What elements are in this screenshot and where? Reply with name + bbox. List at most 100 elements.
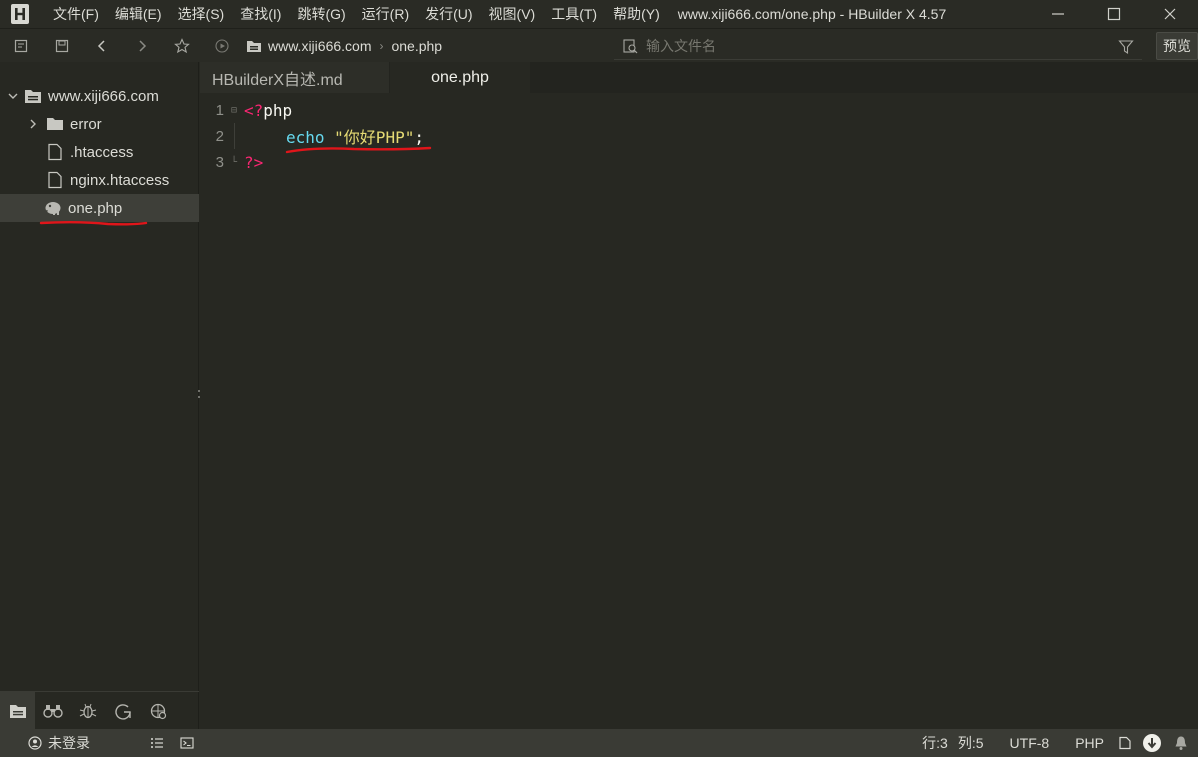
menu-view[interactable]: 视图(V): [481, 4, 544, 24]
folder-icon: [46, 115, 64, 133]
close-button[interactable]: [1142, 0, 1198, 28]
chevron-down-icon: [6, 89, 20, 103]
maximize-button[interactable]: [1086, 0, 1142, 28]
editor-tab-bar: HBuilderX自述.md one.php: [200, 62, 1198, 93]
code-line-1: 1 ⊟ <?php: [200, 97, 1198, 123]
new-file-button[interactable]: [0, 29, 42, 63]
code-line-3: 3 └ ?>: [200, 149, 1198, 175]
tree-project-root[interactable]: www.xiji666.com: [0, 82, 199, 110]
save-button[interactable]: [42, 29, 82, 63]
run-button[interactable]: [202, 29, 242, 63]
download-update-icon[interactable]: [1142, 733, 1162, 753]
toolbar: www.xiji666.com › one.php 预览: [0, 28, 1198, 62]
fold-toggle-icon[interactable]: ⊟: [228, 97, 240, 123]
minimize-icon: [1052, 13, 1064, 15]
tree-item-label: error: [70, 115, 102, 133]
close-icon: [1164, 8, 1176, 20]
login-status[interactable]: 未登录: [48, 733, 90, 753]
list-icon[interactable]: [150, 736, 164, 750]
menu-run[interactable]: 运行(R): [354, 4, 417, 24]
file-search-input[interactable]: [646, 37, 1086, 54]
code-editor[interactable]: 1 ⊟ <?php 2 echo "你好PHP"; 3 └ ?>: [200, 93, 1198, 729]
back-button[interactable]: [82, 29, 122, 63]
breadcrumb-file[interactable]: one.php: [391, 38, 442, 54]
cursor-column[interactable]: 列:5: [958, 733, 984, 753]
breadcrumb: www.xiji666.com › one.php: [242, 38, 442, 54]
line-number: 1: [215, 101, 224, 119]
tree-item-nginx-htaccess[interactable]: nginx.htaccess: [0, 166, 199, 194]
menu-tools[interactable]: 工具(T): [543, 4, 605, 24]
code-content: <?php: [244, 101, 292, 120]
play-circle-icon: [215, 38, 229, 53]
sidebar-tab-bar: [0, 691, 199, 730]
plugins-tab[interactable]: [140, 692, 175, 730]
language-mode[interactable]: PHP: [1075, 735, 1104, 751]
menu-edit[interactable]: 编辑(E): [107, 4, 170, 24]
chevron-right-icon: [139, 39, 147, 52]
file-search-icon: [623, 38, 638, 53]
code-content: ?>: [244, 153, 263, 172]
menu-file[interactable]: 文件(F): [45, 4, 107, 24]
user-icon: [28, 736, 42, 750]
filter-icon[interactable]: [1118, 39, 1134, 55]
breadcrumb-separator-icon: ›: [379, 38, 384, 53]
red-annotation-underline: [39, 221, 148, 226]
file-icon[interactable]: [1118, 736, 1132, 750]
php-elephant-icon: [44, 199, 62, 217]
file-icon: [46, 171, 64, 189]
maximize-icon: [1107, 7, 1121, 21]
menu-publish[interactable]: 发行(U): [417, 4, 480, 24]
new-file-icon: [14, 39, 28, 52]
hbuilder-logo-icon: [7, 3, 33, 25]
project-folder-icon: [247, 40, 261, 52]
line-number: 2: [215, 127, 224, 145]
tree-item-label: .htaccess: [70, 143, 134, 161]
project-manager-icon: [9, 704, 26, 718]
menu-help[interactable]: 帮助(Y): [605, 4, 668, 24]
preview-button[interactable]: 预览: [1156, 32, 1198, 60]
php-open-tag: <?: [244, 100, 264, 120]
forward-button[interactable]: [122, 29, 162, 63]
cursor-row[interactable]: 行:3: [922, 733, 948, 753]
tree-item-label: nginx.htaccess: [70, 171, 170, 189]
tree-item-htaccess[interactable]: .htaccess: [0, 138, 199, 166]
minimize-button[interactable]: [1030, 0, 1086, 28]
window-controls: [1030, 0, 1198, 28]
php-keyword: php: [263, 100, 293, 120]
debug-tab[interactable]: [70, 692, 105, 730]
explorer-tab[interactable]: [0, 691, 35, 730]
favorite-button[interactable]: [162, 29, 202, 63]
file-search-box: [614, 32, 1142, 60]
project-explorer: www.xiji666.com error .htaccess nginx.ht…: [0, 62, 199, 730]
menu-find[interactable]: 查找(I): [232, 4, 289, 24]
window-title: www.xiji666.com/one.php - HBuilder X 4.5…: [677, 6, 947, 22]
php-close-tag: ?>: [244, 152, 264, 172]
plugin-icon: [150, 703, 166, 719]
save-icon: [55, 39, 69, 52]
hbuilder-window: 文件(F) 编辑(E) 选择(S) 查找(I) 跳转(G) 运行(R) 发行(U…: [0, 0, 1198, 757]
breadcrumb-project[interactable]: www.xiji666.com: [268, 38, 371, 54]
status-right: 行:3 列:5 UTF-8 PHP: [922, 729, 1198, 757]
tree-project-label: www.xiji666.com: [48, 87, 159, 105]
source-control-tab[interactable]: [105, 692, 140, 730]
encoding-selector[interactable]: UTF-8: [1010, 735, 1050, 751]
line-number: 3: [215, 153, 224, 171]
bell-icon[interactable]: [1174, 735, 1188, 751]
search-tab[interactable]: [35, 692, 70, 730]
chevron-right-icon: [26, 117, 40, 131]
title-bar: 文件(F) 编辑(E) 选择(S) 查找(I) 跳转(G) 运行(R) 发行(U…: [0, 0, 1198, 28]
bug-icon: [79, 703, 96, 718]
project-folder-icon: [24, 87, 42, 105]
file-icon: [46, 143, 64, 161]
chevron-left-icon: [97, 39, 105, 52]
fold-end-icon: └: [230, 156, 238, 168]
status-left: 未登录: [28, 733, 194, 753]
status-bar: 未登录 行:3 列:5 UTF-8 PHP: [0, 729, 1198, 757]
tab-one-php[interactable]: one.php: [390, 62, 530, 93]
tab-hbuilderx-readme[interactable]: HBuilderX自述.md: [200, 62, 390, 93]
tree-item-error[interactable]: error: [0, 110, 199, 138]
binoculars-icon: [42, 704, 63, 718]
terminal-icon[interactable]: [180, 736, 194, 750]
menu-goto[interactable]: 跳转(G): [289, 4, 353, 24]
menu-select[interactable]: 选择(S): [170, 4, 233, 24]
